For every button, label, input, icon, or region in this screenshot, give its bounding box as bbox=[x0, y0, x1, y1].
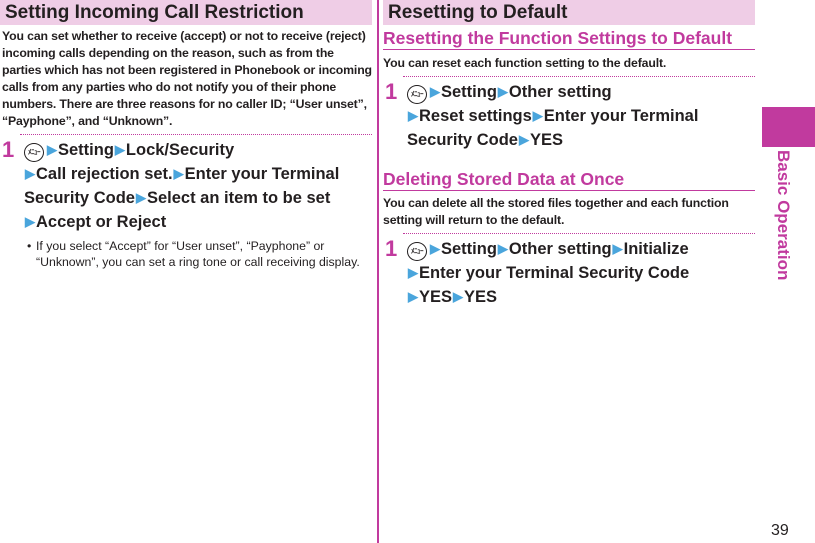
step-item: Setting bbox=[441, 240, 497, 258]
arrow-icon: ▶ bbox=[114, 142, 125, 157]
arrow-icon: ▶ bbox=[47, 142, 57, 157]
step-item: YES bbox=[419, 288, 453, 306]
arrow-icon: ▶ bbox=[173, 166, 184, 181]
left-column: Setting Incoming Call Restriction You ca… bbox=[0, 0, 372, 270]
step-item: Select an item to be set bbox=[146, 189, 331, 207]
arrow-icon: ▶ bbox=[408, 289, 418, 304]
step-item: Enter your Terminal Security Code bbox=[419, 264, 690, 282]
arrow-icon: ▶ bbox=[453, 289, 464, 304]
menu-key-icon: ﾒﾆｭｰ bbox=[407, 242, 427, 261]
step-item: YES bbox=[529, 131, 563, 149]
arrow-icon: ▶ bbox=[497, 241, 508, 256]
arrow-icon: ▶ bbox=[612, 241, 623, 256]
arrow-icon: ▶ bbox=[408, 265, 418, 280]
arrow-icon: ▶ bbox=[430, 241, 440, 256]
subsection-description: You can reset each function setting to t… bbox=[383, 56, 667, 70]
subsection-description: You can delete all the stored files toge… bbox=[383, 196, 729, 227]
arrow-icon: ▶ bbox=[25, 166, 35, 181]
dotted-divider bbox=[403, 233, 755, 234]
dotted-divider bbox=[403, 76, 755, 77]
step-item: Reset settings bbox=[419, 107, 532, 125]
step-item: Call rejection set. bbox=[36, 165, 173, 183]
arrow-icon: ▶ bbox=[135, 190, 146, 205]
page-number: 39 bbox=[771, 522, 789, 539]
subsection-title: Deleting Stored Data at Once bbox=[383, 168, 755, 191]
step-item: YES bbox=[464, 288, 498, 306]
step-item: Initialize bbox=[623, 240, 689, 258]
arrow-icon: ▶ bbox=[532, 108, 543, 123]
arrow-icon: ▶ bbox=[408, 108, 418, 123]
procedure-step: 1 ﾒﾆｭｰ ▶Setting▶Other setting ▶Reset sett… bbox=[383, 80, 755, 152]
menu-key-icon: ﾒﾆｭｰ bbox=[407, 85, 427, 104]
procedure-step: 1 ﾒﾆｭｰ ▶Setting▶Lock/Security ▶Call rejec… bbox=[0, 138, 372, 234]
chapter-label: Basic Operation bbox=[774, 150, 793, 281]
step-item: Setting bbox=[58, 141, 114, 159]
section-description: You can set whether to receive (accept) … bbox=[2, 29, 372, 128]
arrow-icon: ▶ bbox=[25, 214, 35, 229]
subsection-title: Resetting the Function Settings to Defau… bbox=[383, 27, 755, 50]
section-title: Resetting to Default bbox=[383, 0, 755, 25]
step-item: Other setting bbox=[508, 83, 612, 101]
step-item: Other setting bbox=[508, 240, 612, 258]
bullet-icon: • bbox=[27, 239, 32, 253]
chapter-tab bbox=[762, 107, 815, 147]
arrow-icon: ▶ bbox=[497, 84, 508, 99]
step-item: Accept or Reject bbox=[36, 213, 167, 231]
note-text: If you select “Accept” for “User unset”,… bbox=[36, 239, 360, 269]
arrow-icon: ▶ bbox=[430, 84, 440, 99]
note: • If you select “Accept” for “User unset… bbox=[0, 238, 372, 270]
step-number: 1 bbox=[385, 236, 398, 261]
step-number: 1 bbox=[385, 79, 398, 104]
dotted-divider bbox=[20, 134, 372, 135]
step-item: Lock/Security bbox=[125, 141, 235, 159]
step-number: 1 bbox=[2, 137, 15, 162]
arrow-icon: ▶ bbox=[518, 132, 529, 147]
menu-key-icon: ﾒﾆｭｰ bbox=[24, 143, 44, 162]
step-item: Setting bbox=[441, 83, 497, 101]
column-divider bbox=[377, 0, 379, 543]
procedure-step: 1 ﾒﾆｭｰ ▶Setting▶Other setting▶Initialize … bbox=[383, 237, 755, 309]
right-column: Resetting to Default Resetting the Funct… bbox=[383, 0, 755, 309]
section-title: Setting Incoming Call Restriction bbox=[0, 0, 372, 25]
